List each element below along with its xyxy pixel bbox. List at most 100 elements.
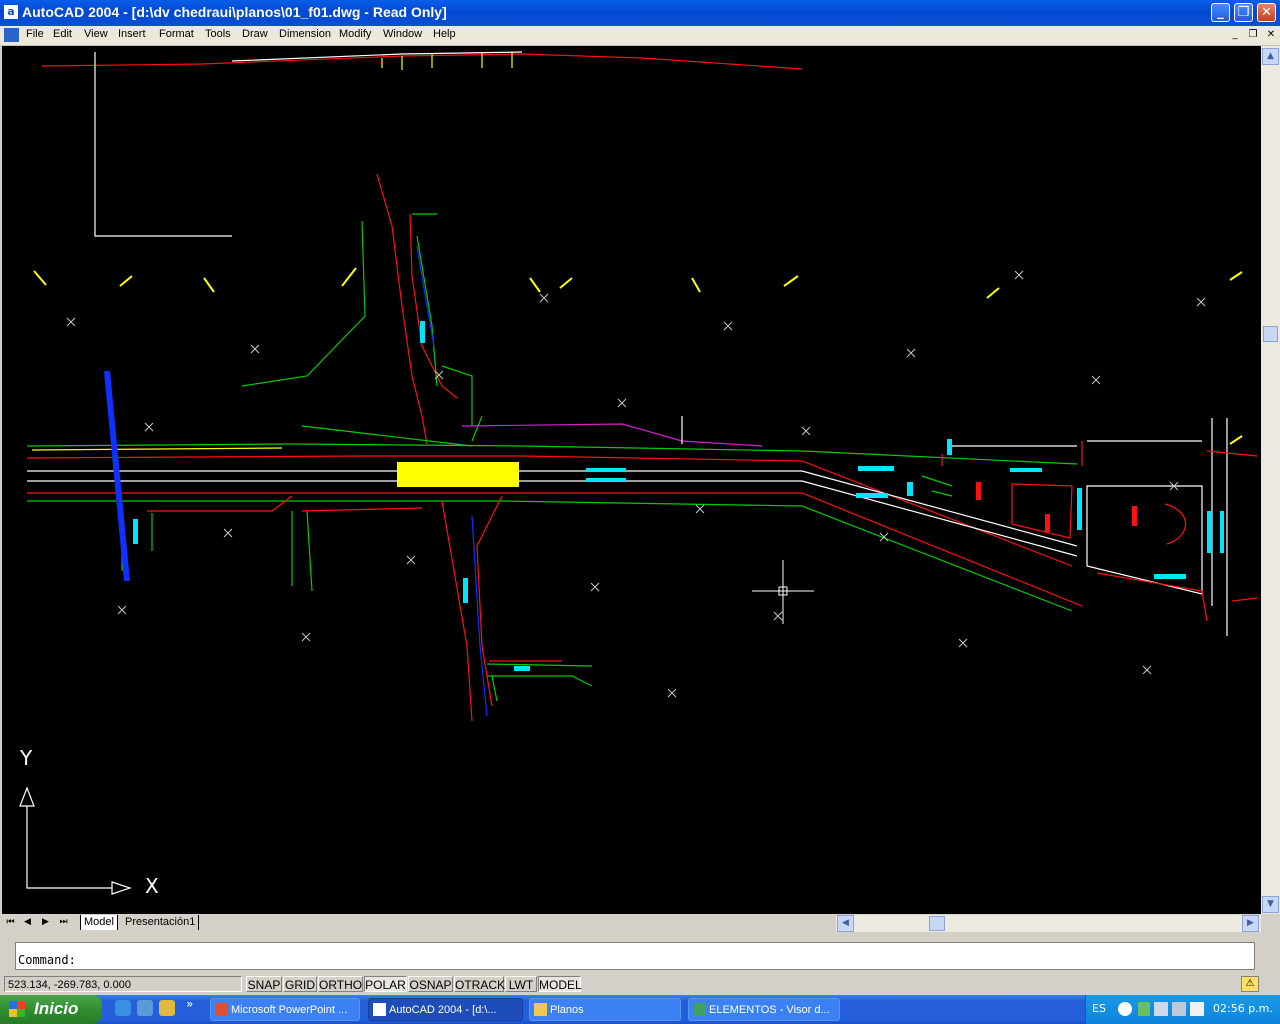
minimize-button[interactable]: _ (1211, 3, 1230, 22)
task-powerpoint-label: Microsoft PowerPoint ... (231, 1004, 348, 1016)
folder-icon (534, 1003, 547, 1016)
doc-minimize-button[interactable]: _ (1228, 29, 1242, 41)
vertical-scroll-thumb[interactable] (1263, 326, 1278, 342)
station-block (397, 462, 519, 487)
drawing-area[interactable]: Y X (2, 46, 1261, 914)
scroll-left-button[interactable]: ◀ (837, 915, 854, 932)
ortho-toggle[interactable]: ORTHO (318, 976, 363, 992)
crosshair-cursor (752, 560, 814, 624)
west-streets-red (147, 495, 423, 512)
snap-toggle[interactable]: SNAP (246, 976, 282, 992)
road-yellow (31, 447, 283, 451)
east-curve (1164, 503, 1186, 545)
west-streets-green (121, 510, 313, 592)
restore-button[interactable]: ❐ (1234, 3, 1253, 22)
autocad-app-icon[interactable]: a (4, 5, 18, 19)
tab-model[interactable]: Model (80, 915, 118, 930)
road-green-top (26, 443, 1078, 465)
otrack-toggle[interactable]: OTRACK (454, 976, 505, 992)
next-tab-button[interactable]: ▶ (38, 915, 53, 930)
show-desktop-icon[interactable] (137, 1000, 153, 1016)
powerpoint-icon (215, 1003, 228, 1016)
quicklaunch-chevron-icon[interactable]: » (186, 997, 193, 1011)
menu-edit[interactable]: Edit (53, 28, 72, 40)
system-tray: ES 02:56 p.m. (1085, 995, 1280, 1024)
tray-arrow-icon[interactable] (1118, 1002, 1132, 1016)
menu-view[interactable]: View (84, 28, 108, 40)
survey-marks (66, 270, 1206, 698)
command-input[interactable] (15, 942, 1255, 970)
tray-network-icon[interactable] (1154, 1002, 1168, 1016)
close-button[interactable]: ✕ (1257, 3, 1276, 22)
south-branch-green (486, 663, 593, 702)
magenta-line (461, 423, 763, 447)
tray-autocad-icon[interactable] (1172, 1002, 1186, 1016)
ucs-x-label: X (145, 874, 159, 898)
task-elementos[interactable]: ELEMENTOS - Visor d... (688, 998, 840, 1021)
menu-window[interactable]: Window (383, 28, 422, 40)
model-toggle[interactable]: MODEL (538, 976, 582, 992)
scroll-right-button[interactable]: ▶ (1242, 915, 1259, 932)
cad-drawing (19, 51, 1258, 895)
menu-dimension[interactable]: Dimension (279, 28, 331, 40)
coordinates-display[interactable]: 523.134, -269.783, 0.000 (4, 976, 242, 992)
vertical-scrollbar[interactable]: ▲ ▼ (1261, 46, 1280, 914)
tab-presentacion1[interactable]: Presentación1 (122, 915, 200, 930)
tray-user-icon[interactable] (1138, 1002, 1150, 1016)
scroll-up-button[interactable]: ▲ (1262, 48, 1279, 65)
lwt-toggle[interactable]: LWT (505, 976, 537, 992)
profile-line-red (41, 53, 803, 70)
task-powerpoint[interactable]: Microsoft PowerPoint ... (210, 998, 360, 1021)
horizontal-scroll-thumb[interactable] (929, 916, 945, 931)
south-road-blue (471, 515, 488, 717)
frame-corner (94, 52, 232, 237)
task-planos-label: Planos (550, 1004, 584, 1016)
task-autocad[interactable]: AutoCAD 2004 - [d:\... (368, 998, 523, 1021)
polar-toggle[interactable]: POLAR (364, 976, 407, 992)
communication-center-icon[interactable]: ⚠ (1241, 976, 1259, 992)
autocad-icon (373, 1003, 386, 1016)
menu-tools[interactable]: Tools (205, 28, 231, 40)
road-edge-bottom (27, 492, 1083, 607)
menu-help[interactable]: Help (433, 28, 456, 40)
road-center-2 (27, 480, 1078, 557)
horizontal-scrollbar[interactable]: ◀ ▶ (836, 915, 1261, 932)
plaza-green (301, 365, 483, 447)
cyan-marks (133, 321, 1224, 671)
yellow-ticks (33, 267, 1243, 445)
task-planos[interactable]: Planos (529, 998, 681, 1021)
east-green-marks (921, 475, 953, 497)
task-autocad-label: AutoCAD 2004 - [d:\... (389, 1004, 497, 1016)
document-icon[interactable] (4, 28, 19, 42)
tray-security-icon[interactable] (1190, 1002, 1204, 1016)
doc-restore-button[interactable]: ❐ (1246, 29, 1260, 41)
ucs-icon (19, 786, 132, 895)
image-viewer-icon (693, 1003, 706, 1016)
scroll-down-button[interactable]: ▼ (1262, 896, 1279, 913)
east-block-red (1011, 483, 1208, 622)
clock[interactable]: 02:56 p.m. (1213, 1002, 1273, 1015)
road-center-1 (27, 470, 1078, 547)
menu-file[interactable]: File (26, 28, 44, 40)
command-prompt: Command: (18, 953, 76, 967)
menu-modify[interactable]: Modify (339, 28, 371, 40)
menu-draw[interactable]: Draw (242, 28, 268, 40)
menu-format[interactable]: Format (159, 28, 194, 40)
internet-explorer-icon[interactable] (115, 1000, 131, 1016)
window-title: AutoCAD 2004 - [d:\dv chedraui\planos\01… (22, 4, 447, 20)
grid-toggle[interactable]: GRID (283, 976, 317, 992)
menu-insert[interactable]: Insert (118, 28, 146, 40)
start-label: Inicio (34, 999, 79, 1018)
last-tab-button[interactable]: ⏭ (56, 915, 71, 930)
north-road-2 (409, 213, 458, 399)
doc-close-button[interactable]: ✕ (1264, 29, 1278, 41)
first-tab-button[interactable]: ⏮ (3, 915, 18, 930)
south-road-2 (476, 495, 503, 707)
windows-logo-icon (9, 1001, 25, 1017)
language-indicator[interactable]: ES (1092, 1002, 1106, 1015)
explorer-icon[interactable] (159, 1000, 175, 1016)
prev-tab-button[interactable]: ◀ (20, 915, 35, 930)
north-west-path (241, 220, 366, 387)
osnap-toggle[interactable]: OSNAP (408, 976, 453, 992)
start-button[interactable]: Inicio (0, 995, 102, 1024)
